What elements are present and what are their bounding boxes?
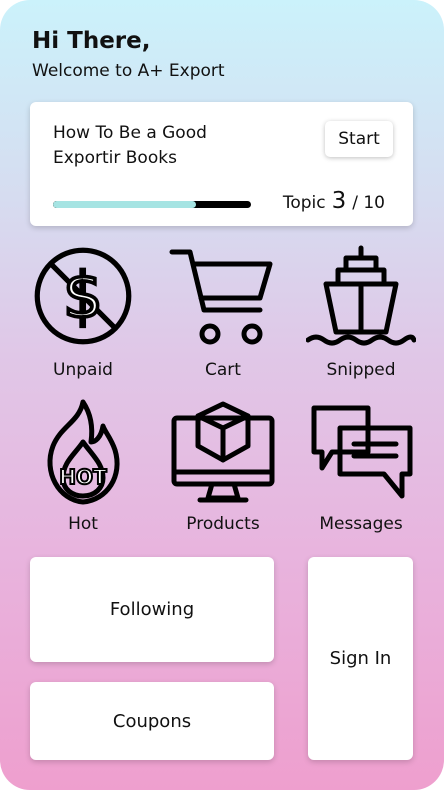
no-dollar-icon: $ — [34, 247, 132, 345]
category-label: Snipped — [326, 360, 396, 380]
start-button[interactable]: Start — [325, 121, 393, 157]
following-button[interactable]: Following — [30, 557, 274, 662]
topic-current: 3 — [331, 188, 347, 214]
category-label: Messages — [319, 514, 403, 534]
category-label: Unpaid — [53, 360, 113, 380]
chat-bubbles-icon — [311, 405, 413, 499]
ship-icon — [306, 245, 416, 346]
app-screen: Hi There, Welcome to A+ Export How To Be… — [0, 0, 444, 790]
sign-in-button[interactable]: Sign In — [308, 557, 413, 760]
category-unpaid[interactable]: $ Unpaid — [13, 244, 153, 384]
category-label: Cart — [205, 360, 241, 380]
hot-fire-icon: HOT — [47, 399, 120, 505]
svg-text:HOT: HOT — [59, 465, 107, 489]
category-messages[interactable]: Messages — [291, 398, 431, 538]
greeting-title: Hi There, — [32, 28, 151, 54]
category-label: Products — [186, 514, 260, 534]
greeting-subtitle: Welcome to A+ Export — [32, 61, 225, 81]
category-snipped[interactable]: Snipped — [291, 244, 431, 384]
progress-bar — [53, 201, 251, 208]
monitor-box-icon — [171, 401, 275, 503]
category-hot[interactable]: HOT Hot — [13, 398, 153, 538]
topic-total: / 10 — [352, 193, 385, 213]
progress-fill — [53, 201, 196, 208]
course-title: How To Be a Good Exportir Books — [53, 123, 207, 168]
category-cart[interactable]: Cart — [153, 244, 293, 384]
course-card[interactable]: How To Be a Good Exportir Books Start To… — [30, 102, 413, 226]
category-products[interactable]: Products — [153, 398, 293, 538]
topic-label: Topic — [282, 193, 326, 213]
category-label: Hot — [68, 514, 98, 534]
coupons-button[interactable]: Coupons — [30, 682, 274, 760]
svg-text:$: $ — [63, 259, 103, 332]
cart-icon — [169, 249, 273, 345]
topic-counter: Topic 3 / 10 — [283, 188, 385, 214]
